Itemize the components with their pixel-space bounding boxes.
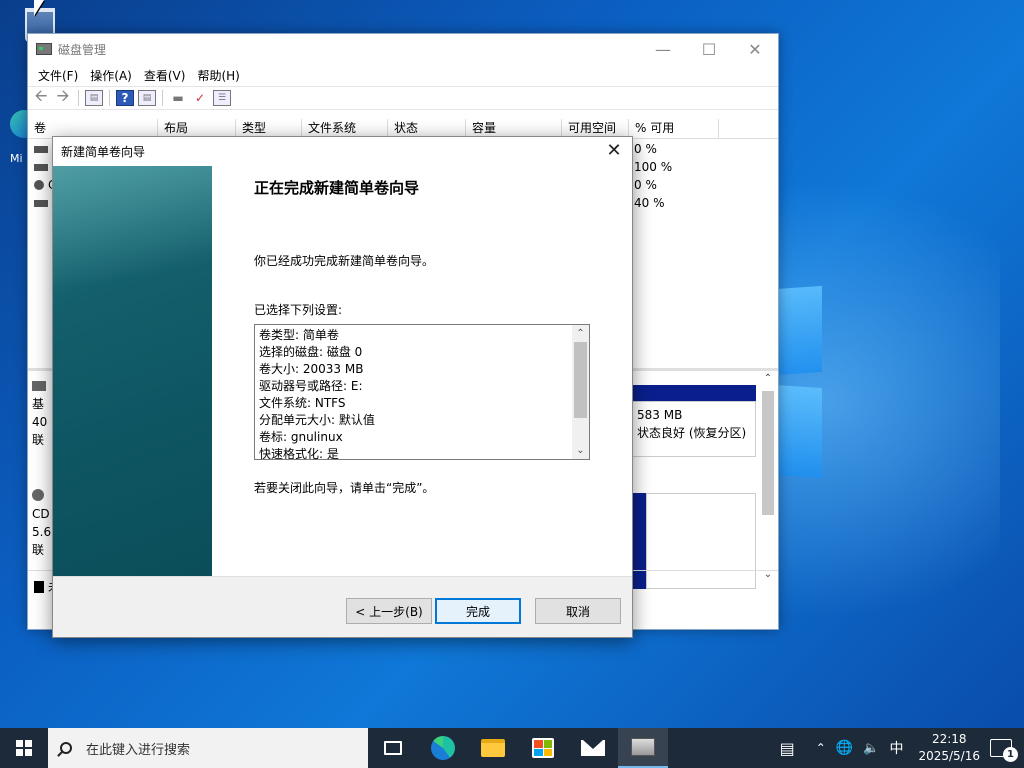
wizard-heading: 正在完成新建简单卷向导 (254, 179, 420, 197)
disk-management-icon (631, 738, 655, 756)
toolbar: 🡨 🡪 ▤ ? ▤ ▬ ✓ ☰ (28, 86, 778, 110)
wizard-side-banner (53, 166, 212, 576)
percent-free-cell: 40 % (634, 196, 665, 210)
taskbar-file-explorer[interactable] (468, 728, 518, 768)
settings-label: 已选择下列设置: (254, 303, 343, 317)
close-instruction: 若要关闭此向导，请单击“完成”。 (254, 481, 435, 495)
forward-arrow-icon[interactable]: 🡪 (54, 86, 72, 106)
setting-line: 文件系统: NTFS (259, 396, 346, 410)
notification-center-icon[interactable]: 1 (990, 739, 1018, 762)
close-button[interactable]: ✕ (732, 34, 778, 64)
setting-line: 卷类型: 简单卷 (259, 328, 339, 342)
windows-logo-icon (16, 740, 32, 756)
taskbar: 在此键入进行搜索 ▤ ⌃ 🌐 🔈 中 22:18 2025/5/16 1 (0, 728, 1024, 768)
scroll-down-icon[interactable]: ⌄ (572, 442, 589, 459)
setting-line: 卷标: gnulinux (259, 430, 343, 444)
properties-icon[interactable]: ☰ (213, 90, 231, 106)
show-hide-tree-icon[interactable]: ▤ (85, 90, 103, 106)
search-placeholder: 在此键入进行搜索 (86, 742, 191, 758)
window-title: 磁盘管理 (58, 42, 107, 57)
taskbar-mail[interactable] (568, 728, 618, 768)
settings-scrollbar[interactable]: ⌃ ⌄ (572, 325, 589, 459)
setting-line: 分配单元大小: 默认值 (259, 413, 375, 427)
disk-icon (32, 381, 46, 391)
toolbar-separator (109, 90, 110, 106)
taskbar-search-box[interactable]: 在此键入进行搜索 (48, 728, 368, 768)
task-view-button[interactable] (368, 728, 418, 768)
clock[interactable]: 22:18 2025/5/16 (918, 731, 980, 765)
cdrom-icon (32, 489, 44, 501)
recovery-partition[interactable]: 583 MB 状态良好 (恢复分区) (632, 401, 756, 457)
connect-disk-icon[interactable]: ▬ (169, 90, 187, 106)
graphical-view-scrollbar[interactable]: ⌃ ⌄ (760, 373, 776, 583)
toolbar-separator (162, 90, 163, 106)
volume-icon (34, 145, 48, 153)
toolbar-separator (78, 90, 79, 106)
volume-icon[interactable]: 🔈 (863, 741, 879, 756)
menu-action[interactable]: 操作(A) (84, 67, 138, 84)
menu-help[interactable]: 帮助(H) (191, 67, 245, 84)
scroll-up-icon[interactable]: ⌃ (572, 325, 589, 342)
wizard-close-icon[interactable]: ✕ (602, 140, 626, 162)
taskbar-disk-management[interactable] (618, 728, 668, 768)
partition-status: 状态良好 (恢复分区) (637, 426, 747, 440)
partition-size: 583 MB (637, 408, 683, 422)
percent-free-cell: 100 % (634, 160, 673, 174)
wizard-title-bar[interactable]: 新建简单卷向导 (53, 137, 632, 165)
help-icon[interactable]: ? (116, 90, 134, 106)
menu-file[interactable]: 文件(F) (32, 67, 84, 84)
cd-volume-icon (34, 180, 44, 190)
clock-time: 22:18 (931, 732, 967, 746)
mouse-cursor-icon (34, 0, 44, 16)
menu-view[interactable]: 查看(V) (138, 67, 192, 84)
percent-free-cell: 0 % (634, 142, 657, 156)
disk-management-icon (36, 43, 52, 55)
col-percent-free[interactable]: % 可用 (629, 119, 719, 138)
volume-icon (34, 163, 48, 171)
console-icon[interactable]: ▤ (138, 90, 156, 106)
back-button[interactable]: < 上一步(B) (346, 598, 432, 624)
menu-bar: 文件(F) 操作(A) 查看(V) 帮助(H) (28, 64, 778, 86)
search-icon (60, 742, 72, 754)
partition-header[interactable] (632, 385, 756, 401)
setting-line: 卷大小: 20033 MB (259, 362, 364, 376)
network-icon[interactable]: 🌐 (836, 740, 853, 756)
taskbar-edge[interactable] (418, 728, 468, 768)
settings-listbox[interactable]: 卷类型: 简单卷 选择的磁盘: 磁盘 0 卷大小: 20033 MB 驱动器号或… (254, 324, 590, 460)
taskbar-store[interactable] (518, 728, 568, 768)
wizard-button-bar: < 上一步(B) 完成 取消 (53, 576, 632, 637)
ime-indicator[interactable]: 中 (889, 738, 903, 758)
show-hidden-icons-chevron-icon[interactable]: ⌃ (816, 741, 826, 755)
unallocated-swatch (34, 581, 44, 593)
volume-icon (34, 199, 48, 207)
notification-count: 1 (1003, 747, 1018, 762)
clock-date: 2025/5/16 (918, 749, 980, 763)
wizard-message: 你已经成功完成新建简单卷向导。 (254, 254, 435, 268)
cancel-button[interactable]: 取消 (535, 598, 621, 624)
percent-free-cell: 0 % (634, 178, 657, 192)
new-simple-volume-wizard: 新建简单卷向导 ✕ 正在完成新建简单卷向导 你已经成功完成新建简单卷向导。 已选… (52, 136, 633, 638)
wizard-title: 新建简单卷向导 (61, 144, 146, 159)
setting-line: 选择的磁盘: 磁盘 0 (259, 345, 363, 359)
setting-line: 快速格式化: 是 (259, 447, 339, 460)
news-widget-icon[interactable]: ▤ (780, 739, 795, 758)
scroll-thumb[interactable] (762, 391, 774, 515)
start-button[interactable] (0, 728, 48, 768)
edge-icon (431, 736, 455, 760)
task-view-icon (384, 741, 402, 755)
back-arrow-icon[interactable]: 🡨 (32, 86, 50, 106)
minimize-button[interactable]: — (640, 34, 686, 64)
check-icon[interactable]: ✓ (191, 90, 209, 106)
setting-line: 驱动器号或路径: E: (259, 379, 363, 393)
mail-icon (581, 740, 605, 756)
scroll-up-icon[interactable]: ⌃ (760, 373, 776, 389)
scroll-thumb[interactable] (574, 342, 587, 418)
finish-button[interactable]: 完成 (435, 598, 521, 624)
system-tray: ▤ ⌃ 🌐 🔈 中 22:18 2025/5/16 1 (775, 728, 1024, 768)
folder-icon (481, 739, 505, 757)
maximize-button[interactable]: ☐ (686, 34, 732, 64)
store-icon (532, 738, 554, 758)
